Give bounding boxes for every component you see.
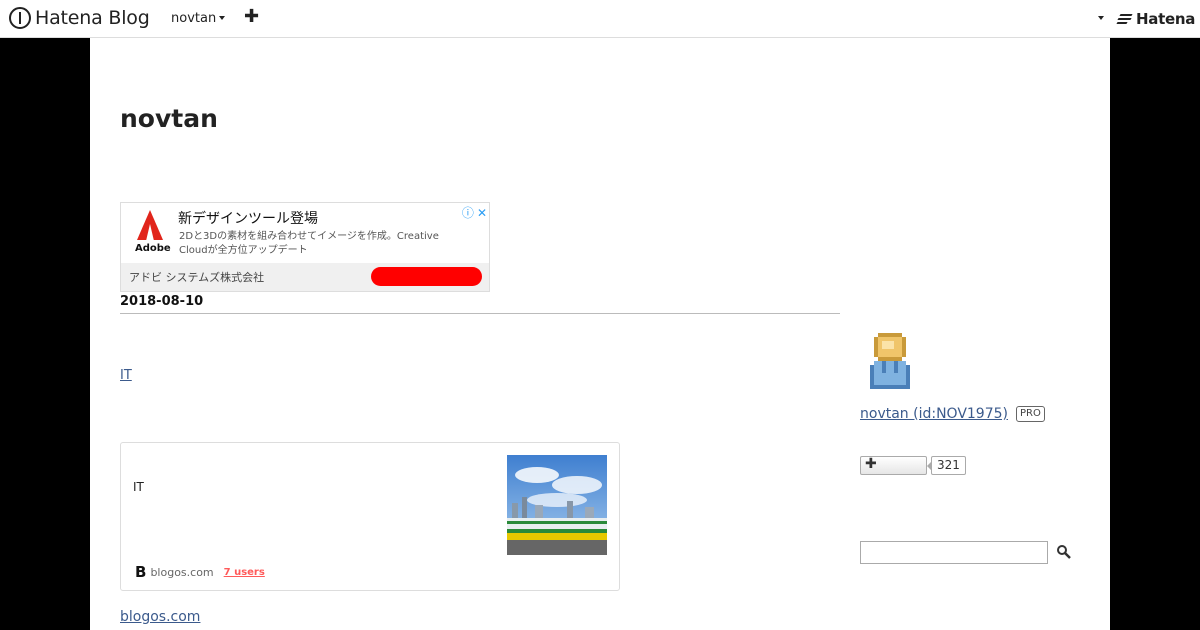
profile-name-link[interactable]: novtan (id:NOV1975) xyxy=(860,406,1008,422)
hatena-bookmark-icon: B xyxy=(135,563,147,581)
ad-banner[interactable]: Adobe 新デザインツール登場 2Dと3Dの素材を組み合わせてイメージを作成。… xyxy=(120,202,490,292)
chevron-down-icon[interactable] xyxy=(1098,16,1104,20)
chevron-down-icon xyxy=(219,15,226,20)
blog-title[interactable]: novtan xyxy=(120,104,218,133)
search-icon xyxy=(1057,545,1071,559)
close-icon[interactable]: ✕ xyxy=(477,206,487,220)
adobe-logo-icon: Adobe xyxy=(133,210,171,260)
hatena-logo-icon xyxy=(1116,12,1133,26)
star-count[interactable]: 321 xyxy=(927,456,966,475)
user-menu[interactable]: novtan xyxy=(171,11,226,26)
hatena-blog-logo-icon xyxy=(9,7,31,29)
hatena-logo[interactable]: Hatena xyxy=(1116,10,1196,28)
plus-icon: ✚ xyxy=(865,456,877,472)
star-button[interactable]: ✚ xyxy=(860,456,927,475)
date-divider xyxy=(120,313,840,314)
ad-cta-button[interactable] xyxy=(371,267,482,286)
source-link[interactable]: blogos.com xyxy=(120,609,200,625)
info-icon[interactable]: ⓘ xyxy=(462,206,474,220)
card-site: B blogos.com 7 users xyxy=(135,563,265,581)
ad-footer: アドビ システムズ株式会社 xyxy=(121,263,489,291)
entry-date[interactable]: 2018-08-10 xyxy=(120,294,203,309)
user-menu-label: novtan xyxy=(171,11,217,26)
category-link[interactable]: IT xyxy=(120,368,132,383)
card-thumbnail[interactable] xyxy=(507,455,607,555)
search-button[interactable] xyxy=(1056,544,1072,560)
pro-badge: PRO xyxy=(1016,406,1045,422)
hatena-logo-text: Hatena xyxy=(1136,10,1196,28)
ad-body: 2Dと3Dの素材を組み合わせてイメージを作成。Creative Cloudが全方… xyxy=(179,231,439,256)
card-domain[interactable]: blogos.com xyxy=(150,566,213,579)
ad-headline[interactable]: 新デザインツール登場 xyxy=(178,208,318,228)
avatar[interactable] xyxy=(870,333,914,391)
embed-card[interactable]: IT B blogos.com 7 users xyxy=(120,442,620,591)
add-icon[interactable]: ✚ xyxy=(244,6,259,27)
bookmark-users-link[interactable]: 7 users xyxy=(224,567,265,578)
ad-controls: ⓘ ✕ xyxy=(459,204,487,221)
ad-logo-text: Adobe xyxy=(135,243,171,254)
global-header: Hatena Blog novtan ✚ Hatena xyxy=(0,0,1200,38)
hatena-blog-logo[interactable]: Hatena Blog xyxy=(9,7,150,29)
search-input[interactable] xyxy=(860,541,1048,564)
ad-company: アドビ システムズ株式会社 xyxy=(129,271,265,284)
hatena-blog-logo-text: Hatena Blog xyxy=(35,7,150,29)
blog-container: novtan Adobe 新デザインツール登場 2Dと3Dの素材を組み合わせてイ… xyxy=(90,38,1110,630)
card-title[interactable]: IT xyxy=(133,480,144,494)
